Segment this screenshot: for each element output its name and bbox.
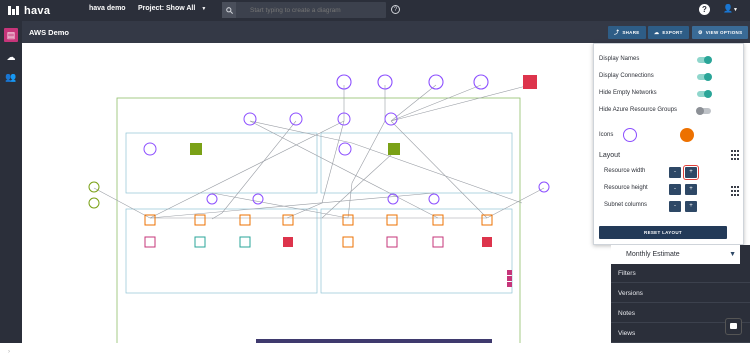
- share-button[interactable]: ⤴ SHARE: [608, 26, 646, 39]
- page-title: AWS Demo: [29, 28, 70, 37]
- hide-empty-networks-label: Hide Empty Networks: [599, 90, 657, 96]
- toggle-knob: [704, 73, 712, 81]
- view-options-panel: Display Names Display Connections Hide E…: [593, 43, 744, 245]
- resource-height-decrease-button[interactable]: -: [669, 184, 681, 195]
- export-label: EXPORT: [662, 30, 683, 35]
- vpc-outline: [116, 97, 521, 347]
- cloud-download-icon: ☁: [654, 29, 660, 36]
- gear-icon: ⚙: [698, 29, 703, 36]
- aws-diagram: [88, 74, 550, 347]
- resource-width-increase-button[interactable]: +: [683, 165, 699, 180]
- chat-icon[interactable]: [725, 318, 742, 335]
- left-nav: ▤ ☁ 👥 ›: [0, 21, 22, 355]
- view-options-label: VIEW OPTIONS: [705, 30, 743, 35]
- help-circle-icon[interactable]: ?: [699, 4, 710, 15]
- toggle-knob: [704, 90, 712, 98]
- top-nodes: [336, 74, 537, 90]
- project-selector[interactable]: Project: Show All ▼: [138, 5, 206, 12]
- resource-height-increase-button[interactable]: +: [685, 184, 697, 195]
- display-connections-toggle[interactable]: [697, 73, 712, 81]
- reset-layout-button[interactable]: RESET LAYOUT: [599, 226, 727, 239]
- bottom-status-bar: [256, 339, 492, 343]
- chevron-down-icon: ▼: [729, 251, 736, 258]
- hava-logo-icon: [8, 6, 19, 15]
- cloud-nav-icon[interactable]: ☁: [4, 50, 18, 64]
- diagram-canvas[interactable]: [22, 43, 611, 347]
- status-markers: [507, 270, 512, 287]
- vpc-nodes: [243, 112, 398, 126]
- subnet-box-2: [320, 132, 513, 194]
- sidebar-item-versions[interactable]: Versions: [611, 284, 750, 303]
- subnet-nodes: [143, 142, 400, 156]
- icons-label: Icons: [599, 132, 614, 138]
- subnet-columns-decrease-button[interactable]: -: [669, 201, 681, 212]
- connections: [93, 84, 545, 220]
- orange-nodes: [144, 214, 493, 226]
- hide-azure-groups-toggle[interactable]: [696, 107, 711, 115]
- aws-icon-style-option[interactable]: [623, 128, 637, 142]
- project-name[interactable]: hava demo: [89, 5, 126, 12]
- search-icon: [222, 2, 236, 18]
- logo-text: hava: [24, 4, 51, 17]
- subnet-box-1: [125, 132, 318, 194]
- hava-logo[interactable]: hava: [8, 5, 50, 17]
- sub-bar: AWS Demo ⤴ SHARE ☁ EXPORT ⚙ VIEW OPTIONS: [0, 21, 750, 43]
- toggle-knob: [696, 107, 704, 115]
- help-icon[interactable]: ?: [391, 5, 400, 14]
- display-names-label: Display Names: [599, 56, 640, 62]
- resource-nodes: [144, 236, 492, 248]
- chevron-down-icon: ▼: [201, 6, 207, 12]
- top-bar: hava hava demo Project: Show All ▼ ? ? 👤▼: [0, 0, 750, 21]
- user-menu-icon[interactable]: 👤▼: [723, 4, 738, 13]
- share-icon: ⤴: [614, 30, 620, 36]
- canvas-scroll-marker: [731, 186, 743, 204]
- export-button[interactable]: ☁ EXPORT: [648, 26, 689, 39]
- monthly-estimate-label: Monthly Estimate: [626, 251, 680, 258]
- resource-height-label: Resource height: [604, 185, 648, 191]
- monthly-estimate-header[interactable]: Monthly Estimate ▼: [611, 245, 740, 264]
- users-nav-icon[interactable]: 👥: [4, 70, 18, 84]
- canvas-scroll-marker: [731, 150, 743, 168]
- resource-width-decrease-button[interactable]: -: [669, 167, 681, 178]
- sidebar-item-filters[interactable]: Filters: [611, 264, 750, 283]
- project-selector-label: Project: Show All: [138, 5, 196, 12]
- hide-azure-groups-label: Hide Azure Resource Groups: [599, 107, 678, 113]
- view-options-button[interactable]: ⚙ VIEW OPTIONS: [692, 26, 749, 39]
- resource-width-label: Resource width: [604, 168, 646, 174]
- layout-title: Layout: [599, 152, 621, 159]
- diagrams-nav-icon[interactable]: ▤: [4, 28, 18, 42]
- display-names-toggle[interactable]: [697, 56, 712, 64]
- subnet-box-4: [320, 208, 513, 294]
- toggle-knob: [704, 56, 712, 64]
- subnet-columns-label: Subnet columns: [604, 202, 648, 208]
- expand-nav-icon[interactable]: ›: [8, 349, 10, 355]
- hava-icon-style-option[interactable]: [680, 128, 694, 142]
- search-input[interactable]: [250, 6, 380, 14]
- share-label: SHARE: [622, 30, 640, 35]
- subnet-columns-increase-button[interactable]: +: [685, 201, 697, 212]
- display-connections-label: Display Connections: [599, 73, 654, 79]
- hide-empty-networks-toggle[interactable]: [697, 90, 712, 98]
- search-bar[interactable]: [222, 2, 386, 18]
